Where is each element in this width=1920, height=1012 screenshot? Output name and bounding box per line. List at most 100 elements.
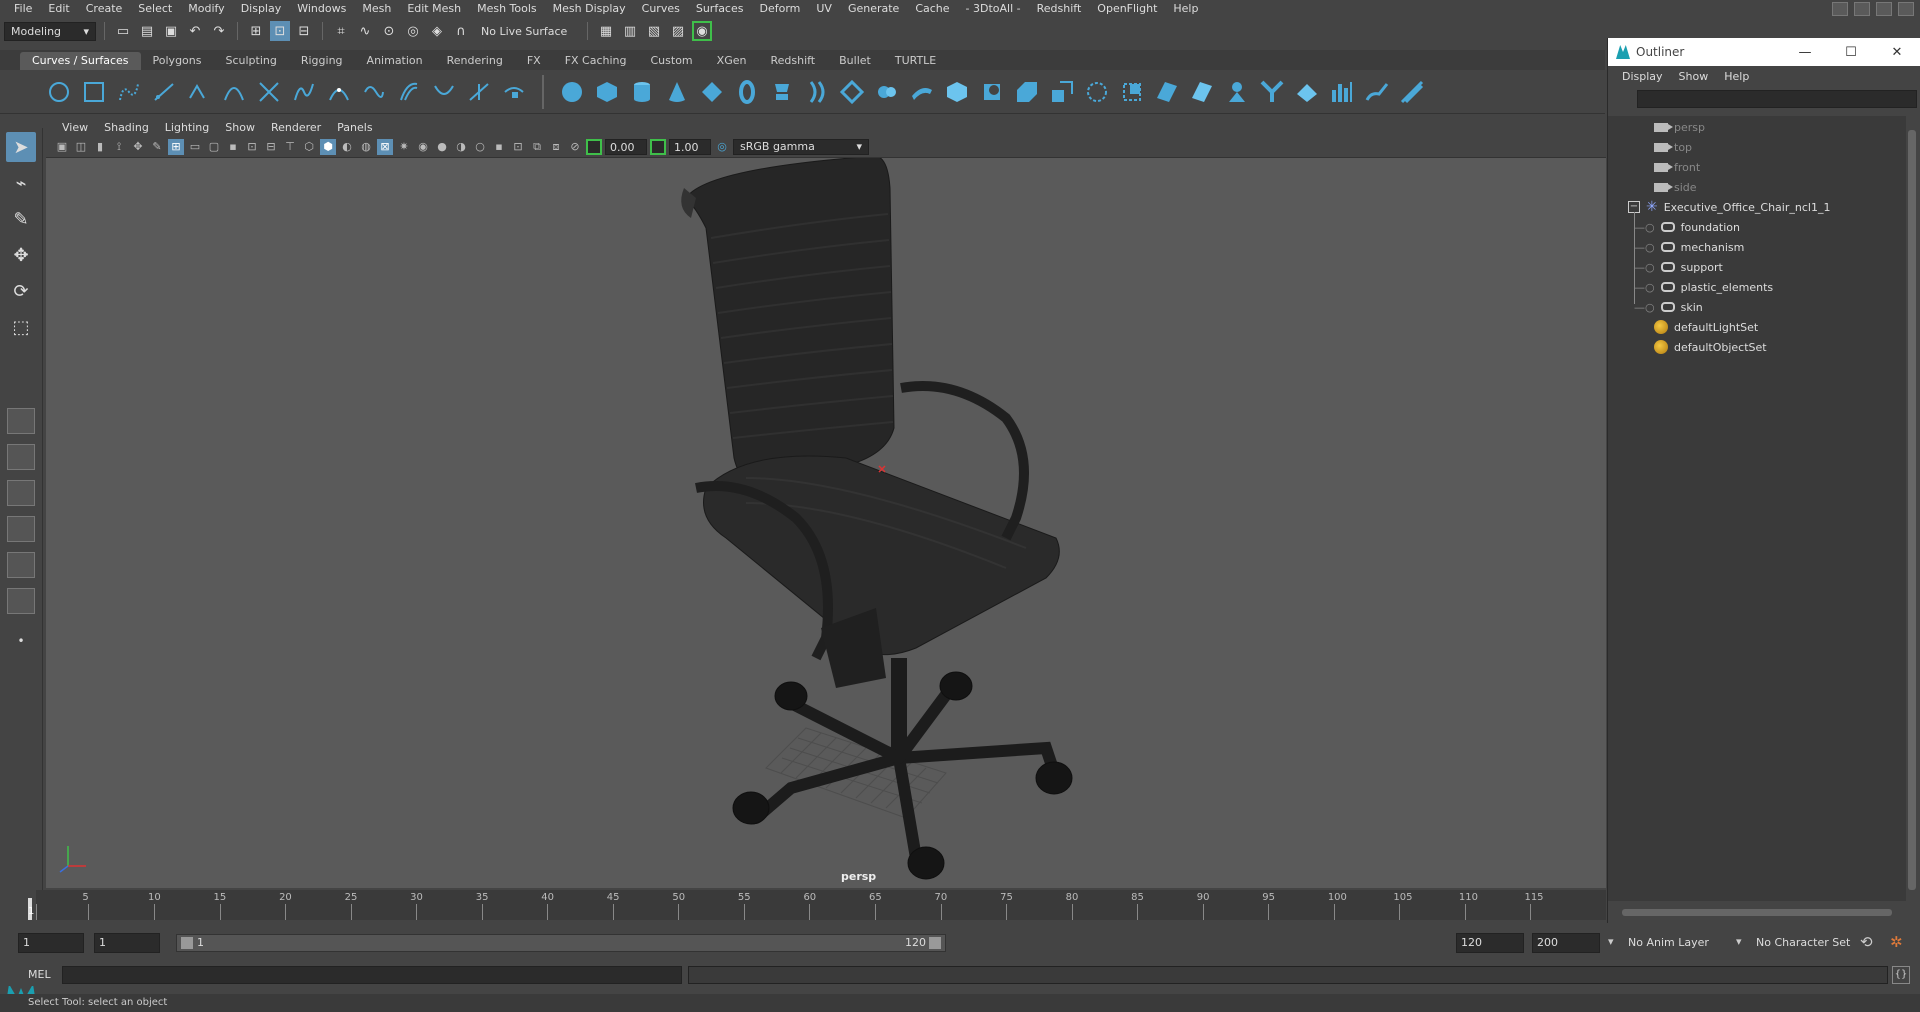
maximize-icon[interactable]: ☐ bbox=[1828, 45, 1874, 60]
scrollbar-thumb[interactable] bbox=[1622, 909, 1892, 916]
bevel-plus-icon[interactable] bbox=[1049, 79, 1075, 105]
save-scene-icon[interactable]: ▣ bbox=[161, 21, 181, 41]
outliner-item-plastic-elements[interactable]: —○ plastic_elements bbox=[1634, 278, 1773, 296]
square-surface-icon[interactable] bbox=[979, 79, 1005, 105]
loft-icon[interactable] bbox=[804, 79, 830, 105]
more-layouts-icon[interactable]: • bbox=[6, 626, 36, 656]
scrollbar-thumb[interactable] bbox=[1908, 130, 1916, 890]
persp-outliner-layout-icon[interactable] bbox=[7, 480, 35, 506]
menu-windows[interactable]: Windows bbox=[289, 0, 354, 18]
snap-curve-icon[interactable]: ∿ bbox=[355, 21, 375, 41]
surface-editing-icon[interactable] bbox=[1399, 79, 1425, 105]
nurbs-square-icon[interactable] bbox=[81, 79, 107, 105]
outliner-item-foundation[interactable]: —○ foundation bbox=[1634, 218, 1740, 236]
time-slider[interactable]: 5 10 15 20 25 30 35 40 45 50 55 60 65 70 75 80 85 90 95 100… bbox=[0, 890, 1607, 920]
tab-sculpting[interactable]: Sculpting bbox=[213, 52, 288, 70]
menu-mesh-tools[interactable]: Mesh Tools bbox=[469, 0, 545, 18]
menu-surfaces[interactable]: Surfaces bbox=[688, 0, 752, 18]
motion-blur-icon[interactable]: ◑ bbox=[453, 139, 469, 155]
boundary-icon[interactable] bbox=[944, 79, 970, 105]
image-plane-icon[interactable]: ⟟ bbox=[111, 139, 127, 155]
menu-3dtoall[interactable]: - 3DtoAll - bbox=[958, 0, 1029, 18]
chevron-down-icon[interactable]: ▾ bbox=[1608, 935, 1614, 948]
bevel-icon[interactable] bbox=[1014, 79, 1040, 105]
four-view-layout-icon[interactable] bbox=[7, 444, 35, 470]
playback-start-field[interactable]: 1 bbox=[94, 933, 160, 953]
ipr-render-icon[interactable]: ▧ bbox=[644, 21, 664, 41]
select-object-icon[interactable]: ⊡ bbox=[270, 21, 290, 41]
tab-xgen[interactable]: XGen bbox=[705, 52, 759, 70]
character-set-dropdown[interactable]: No Character Set bbox=[1756, 936, 1850, 949]
undo-icon[interactable]: ↶ bbox=[185, 21, 205, 41]
shadows-icon[interactable]: ◉ bbox=[415, 139, 431, 155]
menu-display[interactable]: Display bbox=[233, 0, 290, 18]
chevron-down-icon[interactable]: ▾ bbox=[1736, 935, 1742, 948]
snap-point-icon[interactable]: ⊙ bbox=[379, 21, 399, 41]
outliner-item-top[interactable]: top bbox=[1654, 138, 1692, 156]
detach-curve-icon[interactable] bbox=[291, 79, 317, 105]
menu-mesh[interactable]: Mesh bbox=[354, 0, 399, 18]
auto-key-icon[interactable]: ⟲ bbox=[1860, 933, 1873, 951]
xray-icon[interactable]: ⧉ bbox=[529, 139, 545, 155]
textured-icon[interactable]: ⊠ bbox=[377, 138, 393, 155]
gamma-field[interactable]: 1.00 bbox=[669, 138, 711, 155]
lasso-tool-icon[interactable]: ⌁ bbox=[6, 168, 36, 198]
wireframe-on-shaded-icon[interactable]: ◍ bbox=[358, 139, 374, 155]
render-frame-icon[interactable]: ▦ bbox=[596, 21, 616, 41]
menu-openflight[interactable]: OpenFlight bbox=[1089, 0, 1165, 18]
menu-edit-mesh[interactable]: Edit Mesh bbox=[399, 0, 469, 18]
tab-turtle[interactable]: TURTLE bbox=[883, 52, 948, 70]
workspace-dropdown[interactable]: Modeling ▾ bbox=[4, 21, 96, 41]
live-surface-field[interactable]: No Live Surface bbox=[475, 22, 579, 41]
grid-icon[interactable]: ⊞ bbox=[168, 138, 184, 155]
xray-joints-icon[interactable]: ⊘ bbox=[567, 139, 583, 155]
revolve-icon[interactable] bbox=[769, 79, 795, 105]
outliner-titlebar[interactable]: Outliner — ☐ ✕ bbox=[1608, 38, 1920, 66]
persp-hypershade-layout-icon[interactable] bbox=[7, 552, 35, 578]
trim-icon[interactable] bbox=[1154, 79, 1180, 105]
mel-language-toggle[interactable]: MEL bbox=[28, 968, 51, 981]
new-scene-icon[interactable]: ▭ bbox=[113, 21, 133, 41]
panel-menu-renderer[interactable]: Renderer bbox=[263, 121, 329, 134]
menu-select[interactable]: Select bbox=[130, 0, 180, 18]
redo-icon[interactable]: ↷ bbox=[209, 21, 229, 41]
cv-curve-icon[interactable] bbox=[116, 79, 142, 105]
panel-menu-show[interactable]: Show bbox=[217, 121, 263, 134]
tab-rendering[interactable]: Rendering bbox=[435, 52, 515, 70]
planar-icon[interactable] bbox=[839, 79, 865, 105]
offset-curve-icon[interactable] bbox=[396, 79, 422, 105]
extend-curve-icon[interactable] bbox=[361, 79, 387, 105]
snap-grid-icon[interactable]: ⌗ bbox=[331, 21, 351, 41]
film-gate-icon[interactable]: ▭ bbox=[187, 139, 203, 155]
render-sequence-icon[interactable]: ▥ bbox=[620, 21, 640, 41]
extrude-icon[interactable] bbox=[874, 79, 900, 105]
single-perspective-layout-icon[interactable] bbox=[7, 408, 35, 434]
menu-deform[interactable]: Deform bbox=[751, 0, 808, 18]
nurbs-cone-icon[interactable] bbox=[664, 79, 690, 105]
isolate-select-icon[interactable]: ⊡ bbox=[510, 139, 526, 155]
camera-attributes-icon[interactable]: ◫ bbox=[73, 139, 89, 155]
gamma-icon[interactable] bbox=[650, 138, 666, 155]
scale-tool-icon[interactable]: ⬚ bbox=[6, 312, 36, 342]
camera-select-icon[interactable]: ▣ bbox=[54, 139, 70, 155]
open-scene-icon[interactable]: ▤ bbox=[137, 21, 157, 41]
range-end-handle[interactable] bbox=[929, 937, 941, 949]
render-settings-icon[interactable]: ▨ bbox=[668, 21, 688, 41]
pencil-curve-icon[interactable] bbox=[186, 79, 212, 105]
nurbs-cube-icon[interactable] bbox=[594, 79, 620, 105]
screen-space-ao-icon[interactable]: ● bbox=[434, 139, 450, 155]
detach-surfaces-icon[interactable] bbox=[1259, 79, 1285, 105]
toggle-panels-icon[interactable] bbox=[1876, 2, 1892, 16]
nurbs-plane-icon[interactable] bbox=[699, 79, 725, 105]
close-icon[interactable]: ✕ bbox=[1874, 45, 1920, 60]
menu-edit[interactable]: Edit bbox=[40, 0, 77, 18]
nurbs-cylinder-icon[interactable] bbox=[629, 79, 655, 105]
script-editor-icon[interactable]: {} bbox=[1892, 966, 1910, 984]
tab-fx-caching[interactable]: FX Caching bbox=[553, 52, 639, 70]
menu-file[interactable]: File bbox=[6, 0, 40, 18]
nurbs-sphere-icon[interactable] bbox=[559, 79, 585, 105]
command-input[interactable] bbox=[62, 966, 682, 984]
rotate-tool-icon[interactable]: ⟳ bbox=[6, 276, 36, 306]
outliner-item-front[interactable]: front bbox=[1654, 158, 1700, 176]
outliner-horizontal-scrollbar[interactable] bbox=[1608, 906, 1906, 918]
